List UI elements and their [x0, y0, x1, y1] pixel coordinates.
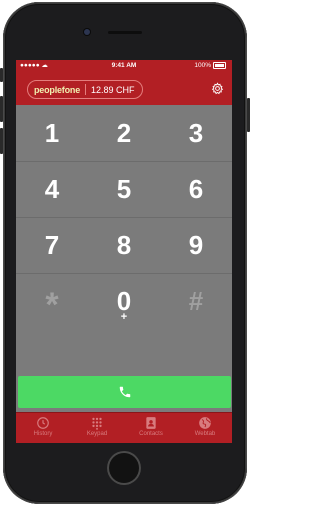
key-label: 4: [44, 173, 60, 204]
tab-keypad[interactable]: Keypad: [70, 415, 124, 443]
home-button[interactable]: [107, 451, 141, 485]
account-credit-pill[interactable]: peoplefone 12.89 CHF: [27, 80, 143, 99]
key-7[interactable]: 7: [16, 217, 88, 273]
tab-contacts[interactable]: Contacts: [124, 415, 178, 443]
volume-up-button: [0, 96, 3, 122]
keypad-row: * 0 + #: [16, 273, 232, 329]
contacts-icon: [146, 417, 156, 429]
app-screen: ●●●●● ☁ 9:41 AM 100% peoplefone 12.89 CH…: [16, 60, 232, 443]
key-label: #: [188, 285, 204, 316]
brand-name: peoplefone: [34, 84, 81, 95]
key-hash[interactable]: #: [160, 273, 232, 329]
phone-icon: [119, 386, 130, 398]
tab-label: Keypad: [86, 431, 108, 437]
gear-icon[interactable]: [211, 82, 224, 95]
battery-icon: [213, 61, 226, 69]
front-camera: [84, 29, 90, 35]
power-button: [247, 98, 250, 132]
key-3[interactable]: 3: [160, 105, 232, 161]
clock-icon: [37, 417, 49, 429]
key-label: *: [45, 285, 59, 324]
key-label: 8: [116, 229, 132, 260]
tab-history[interactable]: History: [16, 415, 70, 443]
key-star[interactable]: *: [16, 273, 88, 333]
tab-label: Contacts: [139, 431, 163, 437]
mute-switch: [0, 68, 3, 82]
dial-keypad: 1 2 3 4 5 6 7 8 9 * 0 + #: [16, 105, 232, 329]
battery-indicator: 100%: [194, 60, 226, 72]
key-label: 3: [188, 117, 204, 148]
key-label: 2: [116, 117, 132, 148]
globe-icon: [199, 417, 211, 429]
key-0[interactable]: 0 +: [88, 273, 160, 329]
key-label: 5: [116, 173, 132, 204]
call-area: [16, 329, 232, 412]
keypad-row: 1 2 3: [16, 105, 232, 162]
key-2[interactable]: 2: [88, 105, 160, 161]
key-label: 7: [44, 229, 60, 260]
battery-percent: 100%: [194, 62, 211, 69]
key-label: 9: [188, 229, 204, 260]
tab-webtab[interactable]: Webtab: [178, 415, 232, 443]
key-9[interactable]: 9: [160, 217, 232, 273]
key-6[interactable]: 6: [160, 161, 232, 217]
header-bar: peoplefone 12.89 CHF: [16, 72, 232, 105]
key-8[interactable]: 8: [88, 217, 160, 273]
key-label: 1: [44, 117, 60, 148]
key-sublabel: +: [120, 311, 128, 323]
key-5[interactable]: 5: [88, 161, 160, 217]
key-label: 6: [188, 173, 204, 204]
key-1[interactable]: 1: [16, 105, 88, 161]
tab-label: Webtab: [194, 431, 216, 437]
tab-label: History: [33, 431, 53, 437]
key-4[interactable]: 4: [16, 161, 88, 217]
keypad-icon: [92, 417, 102, 430]
keypad-row: 4 5 6: [16, 161, 232, 218]
volume-down-button: [0, 128, 3, 154]
credit-balance: 12.89 CHF: [91, 84, 135, 95]
keypad-row: 7 8 9: [16, 217, 232, 274]
tab-bar: History Keypad Contacts Webtab: [16, 412, 232, 443]
earpiece-speaker: [108, 31, 142, 34]
status-bar: ●●●●● ☁ 9:41 AM 100%: [16, 60, 232, 72]
call-button[interactable]: [18, 376, 231, 408]
